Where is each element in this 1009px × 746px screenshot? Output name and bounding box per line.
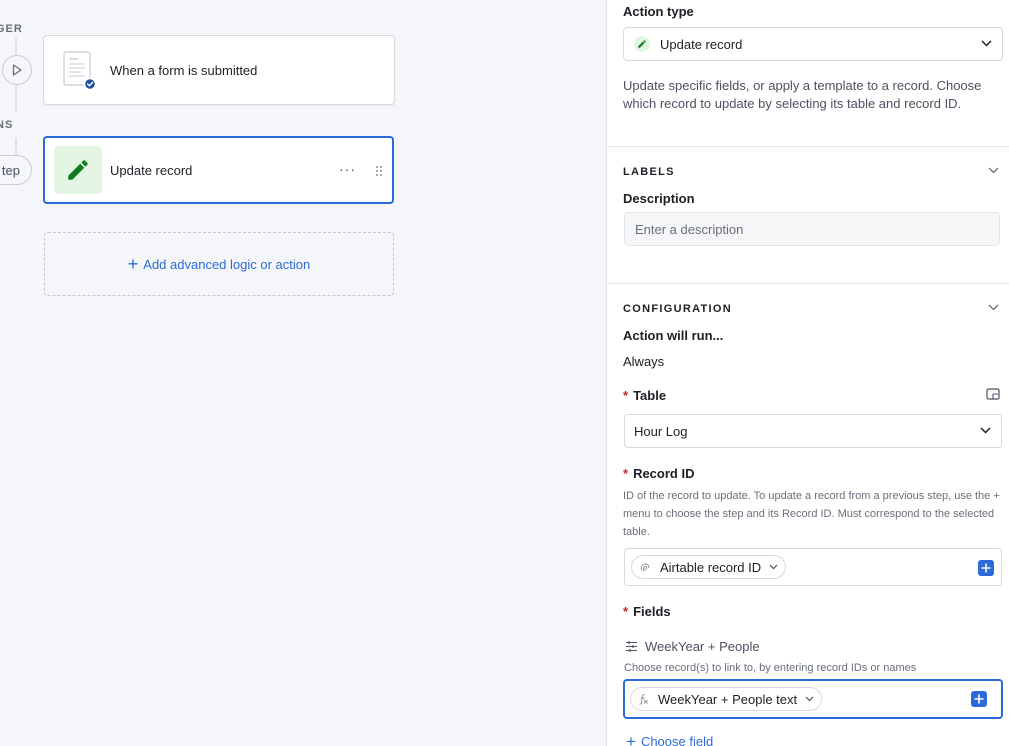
choose-field-label: Choose field	[640, 734, 714, 746]
add-advanced-logic-label: Add advanced logic or action	[143, 256, 311, 272]
table-select-value: Hour Log	[634, 423, 688, 439]
choose-field-button[interactable]: + Choose field	[626, 733, 713, 746]
linked-record-field-icon	[626, 641, 637, 652]
weekyear-people-input[interactable]: WeekYear + People text	[623, 679, 1003, 719]
weekyear-people-token[interactable]: WeekYear + People text	[630, 687, 823, 711]
configuration-section-heading: CONFIGURATION	[623, 303, 732, 315]
chevron-down-icon	[980, 427, 991, 434]
section-divider	[607, 283, 1009, 284]
pencil-icon	[634, 36, 650, 52]
open-table-icon[interactable]	[986, 388, 1000, 400]
description-input[interactable]	[624, 212, 1000, 246]
table-field-label: * Table	[623, 388, 667, 403]
action-type-description: Update specific fields, or apply a templ…	[623, 78, 982, 111]
action-type-label: Action type	[623, 4, 694, 19]
add-advanced-logic-button[interactable]: + Add advanced logic or action	[44, 232, 394, 296]
description-label: Description	[623, 191, 695, 206]
trigger-card[interactable]: When a form is submitted	[43, 35, 395, 105]
drag-handle-icon[interactable]	[375, 164, 383, 182]
action-icon-box	[54, 146, 102, 194]
plus-icon	[981, 563, 991, 573]
section-divider	[607, 146, 1009, 147]
trigger-title: When a form is submitted	[110, 62, 258, 78]
play-icon	[12, 64, 22, 76]
test-step-label: tep	[1, 162, 20, 178]
action-config-panel: Action type Update record Update specifi…	[606, 0, 1009, 746]
more-options-button[interactable]: ···	[339, 161, 356, 177]
labels-section-heading: LABELS	[623, 166, 675, 178]
rail-connector	[15, 138, 17, 155]
form-submitted-icon	[60, 50, 97, 91]
field-row-weekyear-people: WeekYear + People	[625, 639, 760, 654]
plus-icon: +	[626, 732, 636, 746]
test-step-button[interactable]: tep	[0, 155, 32, 185]
trigger-rail-label: GER	[0, 23, 23, 35]
formula-icon	[639, 693, 648, 705]
action-title: Update record	[110, 162, 193, 178]
record-id-label-text: Record ID	[633, 466, 695, 481]
field-name: WeekYear + People	[645, 639, 760, 654]
table-select[interactable]: Hour Log	[624, 414, 1002, 448]
action-card-update-record[interactable]: Update record ···	[43, 136, 394, 204]
action-run-value: Always	[623, 354, 665, 369]
chevron-down-icon	[805, 696, 814, 702]
record-id-field-label: * Record ID	[623, 466, 695, 481]
actions-rail-label: NS	[0, 119, 14, 131]
chevron-down-icon	[769, 564, 778, 570]
table-label-text: Table	[633, 388, 667, 403]
record-id-input[interactable]: Airtable record ID	[624, 548, 1002, 586]
record-id-token[interactable]: Airtable record ID	[631, 555, 787, 579]
fields-label-text: Fields	[633, 604, 671, 619]
action-type-value: Update record	[660, 36, 743, 52]
rail-connector	[15, 38, 17, 55]
weekyear-people-token-label: WeekYear + People text	[658, 691, 798, 707]
action-type-select[interactable]: Update record	[623, 27, 1003, 61]
pencil-icon	[68, 160, 88, 180]
collapse-configuration-chevron-icon[interactable]	[988, 304, 999, 311]
insert-value-plus-button[interactable]	[971, 691, 987, 707]
plus-icon	[974, 694, 984, 704]
field-help: Choose record(s) to link to, by entering…	[624, 662, 917, 674]
chevron-down-icon	[981, 40, 992, 47]
test-trigger-button[interactable]	[2, 55, 32, 85]
action-run-label: Action will run...	[623, 328, 724, 343]
automation-canvas: GER NS tep When a form is submitted	[0, 0, 606, 746]
insert-value-plus-button[interactable]	[978, 560, 994, 576]
fields-field-label: * Fields	[623, 604, 671, 619]
fingerprint-icon	[641, 563, 650, 572]
plus-icon: +	[127, 254, 139, 274]
collapse-labels-chevron-icon[interactable]	[988, 167, 999, 174]
record-id-token-label: Airtable record ID	[660, 559, 762, 575]
record-id-help: ID of the record to update. To update a …	[623, 490, 1000, 538]
rail-connector	[15, 85, 17, 112]
